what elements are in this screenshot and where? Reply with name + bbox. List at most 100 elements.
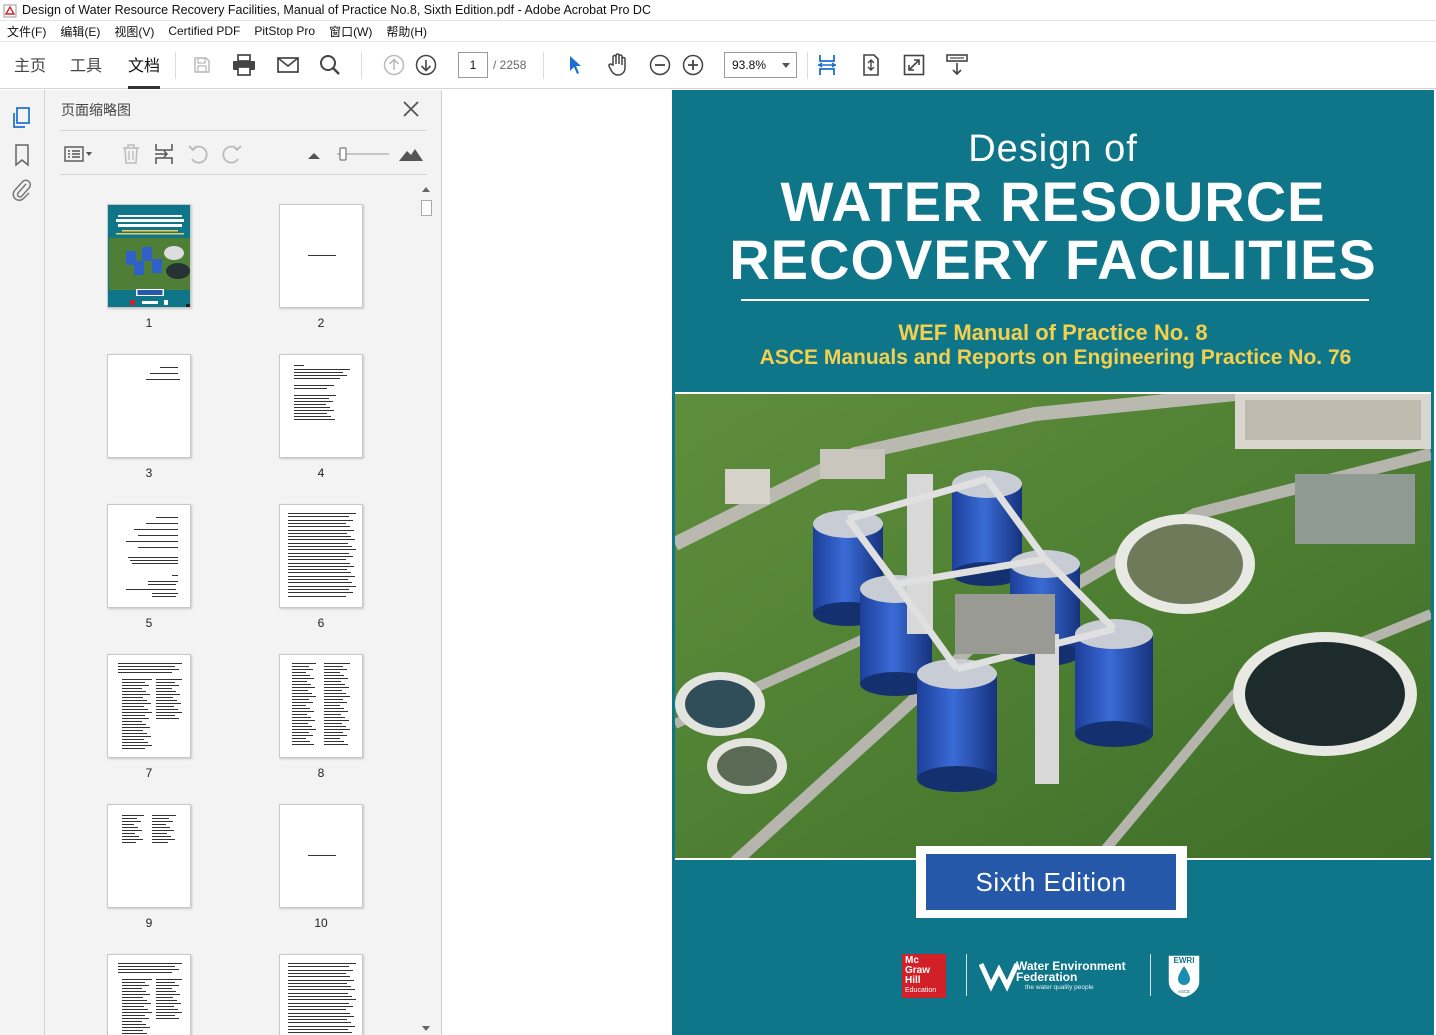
thumb-text-line [324,684,345,685]
fullscreen-icon[interactable] [901,52,927,78]
page-thumbnail[interactable] [279,504,363,608]
page-thumbnail[interactable] [279,954,363,1035]
menu-window[interactable]: 窗口(W) [329,23,372,40]
menu-edit[interactable]: 编辑(E) [60,23,100,40]
thumb-text-line [152,839,175,840]
scroll-down-icon[interactable] [422,1026,430,1031]
print-icon[interactable] [231,52,257,78]
chevron-down-icon[interactable] [782,63,790,68]
thumb-text-line [146,379,180,380]
thumb-text-line [324,696,350,697]
menu-help[interactable]: 帮助(H) [386,23,427,40]
close-icon[interactable] [402,100,420,118]
thumb-text-line [292,669,313,670]
menu-pitstop-pro[interactable]: PitStop Pro [254,24,315,38]
thumb-text-line [122,703,151,704]
page-thumbnail[interactable] [107,804,191,908]
thumb-text-line [294,365,304,366]
thumb-text-line [156,1012,182,1013]
menu-view[interactable]: 视图(V) [114,23,154,40]
page-thumbnail[interactable] [107,504,191,608]
thumb-text-line [288,555,353,557]
edition-frame: Sixth Edition [916,846,1187,918]
hand-icon[interactable] [605,52,631,78]
tab-home[interactable]: 主页 [14,42,46,89]
zoom-slider[interactable] [335,141,391,167]
thumb-text-line [288,569,347,571]
page-display-icon[interactable] [944,52,970,78]
cover-subtitle-line2: ASCE Manuals and Reports on Engineering … [759,346,1352,369]
attachment-icon[interactable] [10,178,34,202]
bookmark-icon[interactable] [10,143,34,167]
thumb-text-line [324,705,340,706]
cover-title-line3: RECOVERY FACILITIES [729,228,1377,291]
zoom-small-icon[interactable] [301,141,327,167]
thumb-text-line [288,989,355,991]
thumb-text-line [118,663,182,664]
menu-file[interactable]: 文件(F) [7,23,46,40]
delete-icon[interactable] [118,141,144,167]
page-thumbnail[interactable] [279,204,363,308]
page-thumbnail[interactable] [107,354,191,458]
prev-page-icon[interactable] [381,52,407,78]
insert-page-icon[interactable] [151,141,177,167]
thumb-text-line [122,1006,144,1007]
page-thumbnail[interactable] [107,954,191,1035]
page-thumbnail[interactable] [107,654,191,758]
thumb-text-line [288,536,351,538]
thumb-text-line [148,581,178,582]
tab-tools[interactable]: 工具 [70,42,102,89]
next-page-icon[interactable] [413,52,439,78]
thumb-text-line [288,539,355,541]
zoom-in-icon[interactable] [680,52,706,78]
thumb-text-line [288,1009,346,1011]
page-thumbnails-icon[interactable] [10,106,34,130]
thumb-text-line [122,1030,143,1031]
thumb-text-line [122,821,141,822]
thumb-text-line [122,718,149,719]
thumb-text-line [288,542,348,544]
rotate-left-icon[interactable] [185,141,211,167]
thumb-text-line [122,721,142,722]
page-thumbnail[interactable] [279,654,363,758]
cover-title-line2: WATER RESOURCE [780,170,1326,233]
thumb-text-line [156,718,179,719]
search-icon[interactable] [317,52,343,78]
fit-page-icon[interactable] [814,52,840,78]
scrollbar-thumb[interactable] [421,200,432,216]
thumb-text-line [156,709,178,710]
thumb-text-line [288,1005,353,1007]
page-thumbnail[interactable] [279,804,363,908]
rotate-right-icon[interactable] [219,141,245,167]
thumb-text-line [324,663,350,664]
thumb-text-line [324,702,347,703]
thumbnail-scrollbar[interactable] [419,185,433,1035]
thumb-text-line [122,1027,150,1028]
zoom-level-select[interactable]: 93.8% [724,52,797,78]
select-cursor-icon[interactable] [562,52,588,78]
thumb-text-line [122,733,147,734]
thumb-text-line [288,552,349,554]
thumb-text-line [152,842,168,843]
page-number-input[interactable]: 1 [458,52,488,78]
logo-divider [1150,954,1151,996]
zoom-large-icon[interactable] [398,141,424,167]
thumb-text-line [118,672,172,673]
page-thumbnail[interactable] [107,204,191,308]
page-thumbnail[interactable] [279,354,363,458]
thumb-text-line [122,842,136,843]
save-icon[interactable] [189,52,215,78]
options-menu-icon[interactable] [63,141,95,167]
fit-width-icon[interactable] [858,52,884,78]
menu-certified-pdf[interactable]: Certified PDF [168,24,240,38]
thumb-text-line [122,824,134,825]
thumb-text-line [292,678,314,679]
zoom-out-icon[interactable] [647,52,673,78]
scroll-up-icon[interactable] [422,187,430,192]
thumbnail-page-number: 2 [317,316,325,330]
thumb-text-line [122,994,150,995]
toolbar-divider [175,52,176,79]
tab-document[interactable]: 文档 [128,42,161,89]
thumb-text-line [156,679,182,680]
email-icon[interactable] [275,52,301,78]
